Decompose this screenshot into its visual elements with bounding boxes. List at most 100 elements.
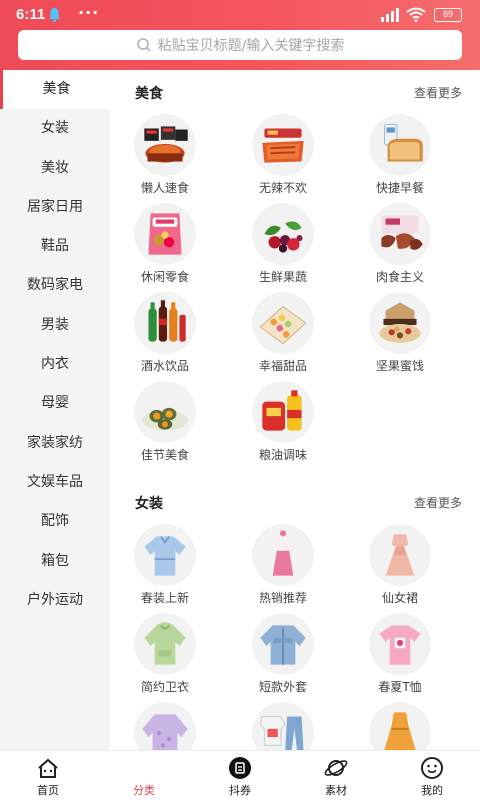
fresh-fruit-icon — [252, 203, 314, 265]
sidebar-item[interactable]: 男装 — [0, 306, 110, 345]
tab-smiley[interactable]: 我的 — [384, 751, 480, 800]
section-header: 美食 查看更多 — [110, 76, 480, 106]
sidebar-item[interactable]: 鞋品 — [0, 227, 110, 266]
sidebar-item[interactable]: 居家日用 — [0, 188, 110, 227]
top-header: 6:11 ··· 89 粘贴宝贝标题/输入关键字搜索 — [0, 0, 480, 70]
sidebar-item[interactable]: 箱包 — [0, 542, 110, 581]
category-tile-label: 短款外套 — [258, 680, 307, 694]
category-content: 美食 查看更多 懒人速食 无辣不欢 快捷早餐 休闲零食 生鲜果蔬 肉食主义 酒水饮品 幸福甜品 坚果… — [110, 70, 480, 750]
meat-snack-icon — [369, 203, 431, 265]
sidebar-item[interactable]: 家装家纺 — [0, 424, 110, 463]
category-tile-label: 无辣不欢 — [258, 181, 307, 195]
category-tile[interactable] — [115, 702, 215, 750]
tab-label: 我的 — [421, 784, 443, 797]
sidebar-item[interactable]: 女装 — [0, 109, 110, 148]
category-tile-label: 生鲜果蔬 — [258, 270, 307, 284]
category-tile[interactable]: 热销推荐 — [233, 524, 333, 610]
section-title: 女装 — [135, 496, 163, 512]
view-more-link[interactable]: 查看更多 — [414, 494, 462, 511]
tee-jeans-icon — [252, 702, 314, 750]
tab-label: 分类 — [133, 784, 155, 797]
pink-dress-icon — [369, 524, 431, 586]
drink-bottles-icon — [134, 292, 196, 354]
category-tile-label: 快捷早餐 — [375, 181, 424, 195]
tab-category[interactable]: 分类 — [96, 751, 192, 800]
category-tile-label: 肉食主义 — [375, 270, 424, 284]
category-tile-label: 热销推荐 — [258, 591, 307, 605]
planet-icon — [323, 755, 349, 781]
battery-icon: 89 — [434, 8, 462, 22]
notification-bell-icon — [49, 8, 60, 22]
sidebar-item[interactable]: 美食 — [0, 70, 110, 110]
category-tile[interactable]: 幸福甜品 — [233, 292, 333, 378]
tab-label: 素材 — [325, 784, 347, 797]
denim-jacket-icon — [252, 613, 314, 675]
spicy-snacks-icon — [252, 114, 314, 176]
sidebar-item[interactable]: 数码家电 — [0, 266, 110, 305]
sidebar-item[interactable]: 配饰 — [0, 502, 110, 541]
category-tile-label: 粮油调味 — [258, 448, 307, 462]
signal-icon — [381, 8, 399, 22]
category-tile[interactable]: 快捷早餐 — [350, 114, 450, 200]
category-tile[interactable]: 短款外套 — [233, 613, 333, 699]
sidebar-item[interactable]: 文娱车品 — [0, 463, 110, 502]
dessert-box-icon — [252, 292, 314, 354]
search-placeholder: 粘贴宝贝标题/输入关键字搜索 — [157, 38, 345, 54]
tab-coupon[interactable]: 抖券 — [192, 751, 288, 800]
category-tile[interactable]: 粮油调味 — [233, 381, 333, 467]
tab-label: 抖券 — [229, 784, 251, 797]
category-tile-label: 幸福甜品 — [258, 359, 307, 373]
section-title: 美食 — [135, 86, 163, 102]
tab-planet[interactable]: 素材 — [288, 751, 384, 800]
search-input[interactable]: 粘贴宝贝标题/输入关键字搜索 — [18, 30, 462, 60]
sidebar-item[interactable]: 美妆 — [0, 149, 110, 188]
smiley-icon — [419, 755, 445, 781]
bottom-tab-bar: 首页 分类 抖券 素材 我的 — [0, 750, 480, 800]
category-tile[interactable] — [350, 702, 450, 750]
status-bar: 6:11 ··· 89 — [0, 0, 480, 30]
bread-milk-icon — [369, 114, 431, 176]
category-tile-label: 酒水饮品 — [140, 359, 189, 373]
category-tile-label: 坚果蜜饯 — [375, 359, 424, 373]
lilac-top-icon — [134, 702, 196, 750]
category-tile[interactable]: 春夏T恤 — [350, 613, 450, 699]
chips-bag-icon — [134, 203, 196, 265]
sidebar-item[interactable]: 母婴 — [0, 384, 110, 423]
section-header: 女装 查看更多 — [110, 486, 480, 516]
sidebar-item[interactable]: 户外运动 — [0, 581, 110, 620]
category-tile-label: 春夏T恤 — [378, 680, 422, 694]
category-tile-label: 休闲零食 — [140, 270, 189, 284]
category-tile[interactable]: 无辣不欢 — [233, 114, 333, 200]
category-tile[interactable]: 懒人速食 — [115, 114, 215, 200]
orange-dress-icon — [369, 702, 431, 750]
category-tile[interactable]: 肉食主义 — [350, 203, 450, 289]
coupon-icon — [227, 755, 253, 781]
home-icon — [35, 755, 61, 781]
pink-tshirt-icon — [369, 613, 431, 675]
view-more-link[interactable]: 查看更多 — [414, 84, 462, 101]
pink-outfit-icon — [252, 524, 314, 586]
category-tile[interactable]: 仙女裙 — [350, 524, 450, 610]
rice-oil-icon — [252, 381, 314, 443]
status-time: 6:11 — [16, 6, 46, 23]
category-tile[interactable]: 酒水饮品 — [115, 292, 215, 378]
category-tile[interactable]: 简约卫衣 — [115, 613, 215, 699]
category-tile-label: 简约卫衣 — [140, 680, 189, 694]
category-tile-label: 佳节美食 — [140, 448, 189, 462]
tab-home[interactable]: 首页 — [0, 751, 96, 800]
category-tile[interactable]: 休闲零食 — [115, 203, 215, 289]
category-tile[interactable]: 春装上新 — [115, 524, 215, 610]
category-tile-label: 春装上新 — [140, 591, 189, 605]
nut-gift-box-icon — [369, 292, 431, 354]
category-tile[interactable]: 坚果蜜饯 — [350, 292, 450, 378]
sidebar-item[interactable]: 内衣 — [0, 345, 110, 384]
category-tile[interactable]: 佳节美食 — [115, 381, 215, 467]
salted-egg-icon — [134, 381, 196, 443]
category-tile-label: 仙女裙 — [381, 591, 418, 605]
tab-label: 首页 — [37, 784, 59, 797]
category-tile[interactable]: 生鲜果蔬 — [233, 203, 333, 289]
category-tile-label: 懒人速食 — [140, 181, 189, 195]
category-tile[interactable] — [233, 702, 333, 750]
blue-blouse-icon — [134, 524, 196, 586]
category-icon — [131, 755, 157, 781]
